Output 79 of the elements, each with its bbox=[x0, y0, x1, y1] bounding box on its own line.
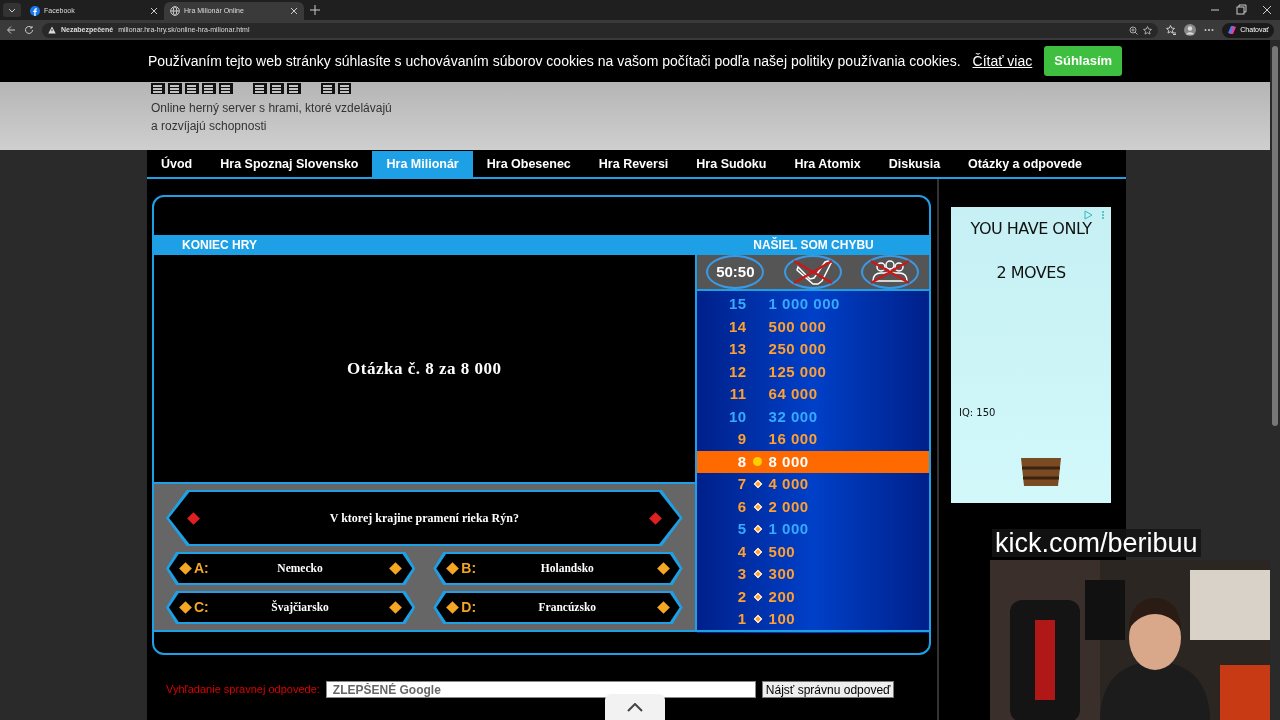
ad-text: 2 MOVES bbox=[996, 262, 1066, 284]
stream-overlay-text: kick.com/beribuu bbox=[992, 529, 1201, 557]
nav-link[interactable]: Hra Obesenec bbox=[472, 150, 585, 177]
search-button[interactable]: Nájsť správnu odpoveď bbox=[761, 681, 895, 698]
star-icon[interactable] bbox=[1143, 25, 1153, 35]
scrollbar[interactable] bbox=[1270, 40, 1280, 720]
reload-icon[interactable] bbox=[24, 25, 34, 35]
warning-icon bbox=[48, 26, 56, 34]
ad-text: IQ: 150 bbox=[959, 406, 996, 420]
nav-link[interactable]: Hra Sudoku bbox=[682, 150, 781, 177]
tagline-text: Online herný server s hrami, ktoré vzdelávajú bbox=[151, 100, 393, 117]
prize-amount: 1 000 000 bbox=[768, 294, 840, 314]
prize-amount: 1 000 bbox=[768, 519, 809, 539]
facebook-icon bbox=[30, 6, 40, 16]
current-dot-icon bbox=[753, 457, 763, 467]
prize-level: 5 bbox=[736, 519, 747, 539]
prize-level: 10 bbox=[727, 406, 747, 427]
prize-amount: 8 000 bbox=[768, 451, 809, 472]
favorites-icon[interactable] bbox=[1166, 25, 1177, 35]
prize-level: 11 bbox=[728, 384, 747, 404]
search-field[interactable]: ZLEPŠENÉ Google bbox=[325, 681, 756, 698]
scroll-top-button[interactable] bbox=[605, 694, 665, 720]
ad-banner[interactable]: YOU HAVE ONLY 2 MOVES IQ: 150 bbox=[951, 207, 1111, 503]
close-icon[interactable] bbox=[150, 7, 158, 15]
prize-amount: 2 000 bbox=[768, 496, 809, 517]
zoom-icon[interactable] bbox=[1129, 25, 1139, 35]
game-status: KONIEC HRY bbox=[181, 237, 258, 254]
audience-lifeline-button[interactable] bbox=[861, 255, 920, 289]
answer-option[interactable]: A: Nemecko bbox=[166, 552, 416, 585]
answer-option[interactable]: D: Francúzsko bbox=[433, 591, 683, 624]
nav-link[interactable]: Diskusia bbox=[874, 150, 955, 177]
tagline-text: a rozvíjajú schopnosti bbox=[151, 118, 268, 135]
new-tab-icon[interactable] bbox=[310, 5, 320, 15]
prize-amount: 200 bbox=[768, 586, 796, 607]
close-icon[interactable] bbox=[290, 7, 298, 15]
fifty-fifty-button[interactable]: 50:50 bbox=[706, 255, 765, 289]
prize-level: 8 bbox=[736, 451, 747, 472]
prize-amount: 500 bbox=[768, 541, 796, 562]
globe-icon bbox=[170, 6, 180, 16]
copilot-icon bbox=[1227, 25, 1238, 35]
phone-lifeline-button[interactable] bbox=[783, 255, 842, 289]
prize-amount: 100 bbox=[768, 609, 796, 629]
back-icon[interactable] bbox=[6, 25, 16, 35]
prize-level: 7 bbox=[736, 474, 747, 494]
question-box: V ktorej krajine pramení rieka Rýn? bbox=[166, 490, 683, 546]
prize-amount: 250 000 bbox=[768, 339, 827, 359]
profile-icon[interactable] bbox=[1184, 24, 1197, 36]
search-label: Vyhľadanie spravnej odpovede: bbox=[166, 682, 320, 698]
answer-option[interactable]: B: Holandsko bbox=[433, 552, 683, 585]
more-icon[interactable] bbox=[1204, 28, 1215, 32]
prize-amount: 125 000 bbox=[768, 361, 827, 382]
prize-level: 6 bbox=[736, 496, 747, 517]
cookie-notice: Používaním tejto web stránky súhlasíte s uchovávaním súborov cookies na vašom počítači podľa našej politiky používania cookies. bbox=[147, 51, 961, 71]
prize-amount: 32 000 bbox=[768, 406, 818, 427]
prize-level: 12 bbox=[727, 361, 747, 382]
nav-link[interactable]: Hra Reversi bbox=[584, 150, 683, 177]
chevron-up-icon bbox=[627, 702, 643, 712]
prize-amount: 300 bbox=[768, 564, 796, 584]
logo-drawing[interactable] bbox=[151, 83, 351, 95]
prize-level: 15 bbox=[727, 294, 747, 314]
nav-link[interactable]: Úvod bbox=[147, 150, 207, 177]
read-more-link[interactable]: Čítať viac bbox=[972, 50, 1033, 72]
nav-link[interactable]: Hra Atomix bbox=[780, 150, 875, 177]
prize-level: 3 bbox=[736, 564, 747, 584]
prize-amount: 16 000 bbox=[768, 429, 818, 449]
prize-amount: 4 000 bbox=[768, 474, 809, 494]
prize-level: 1 bbox=[736, 609, 747, 629]
prize-level: 2 bbox=[736, 586, 747, 607]
prize-amount: 500 000 bbox=[768, 316, 827, 337]
prize-level: 13 bbox=[727, 339, 747, 359]
prize-amount: 64 000 bbox=[768, 384, 818, 404]
prize-level: 4 bbox=[736, 541, 747, 562]
nav-link[interactable]: Hra Spoznaj Slovensko bbox=[206, 150, 373, 177]
answer-option[interactable]: C: Švajčiarsko bbox=[166, 591, 416, 624]
question-number: Otázka č. 8 za 8 000 bbox=[347, 357, 502, 380]
prize-level: 14 bbox=[727, 316, 747, 337]
ad-text: YOU HAVE ONLY bbox=[970, 218, 1092, 240]
prize-level: 9 bbox=[736, 429, 747, 449]
nav-link[interactable]: Otázky a odpovede bbox=[954, 150, 1097, 177]
